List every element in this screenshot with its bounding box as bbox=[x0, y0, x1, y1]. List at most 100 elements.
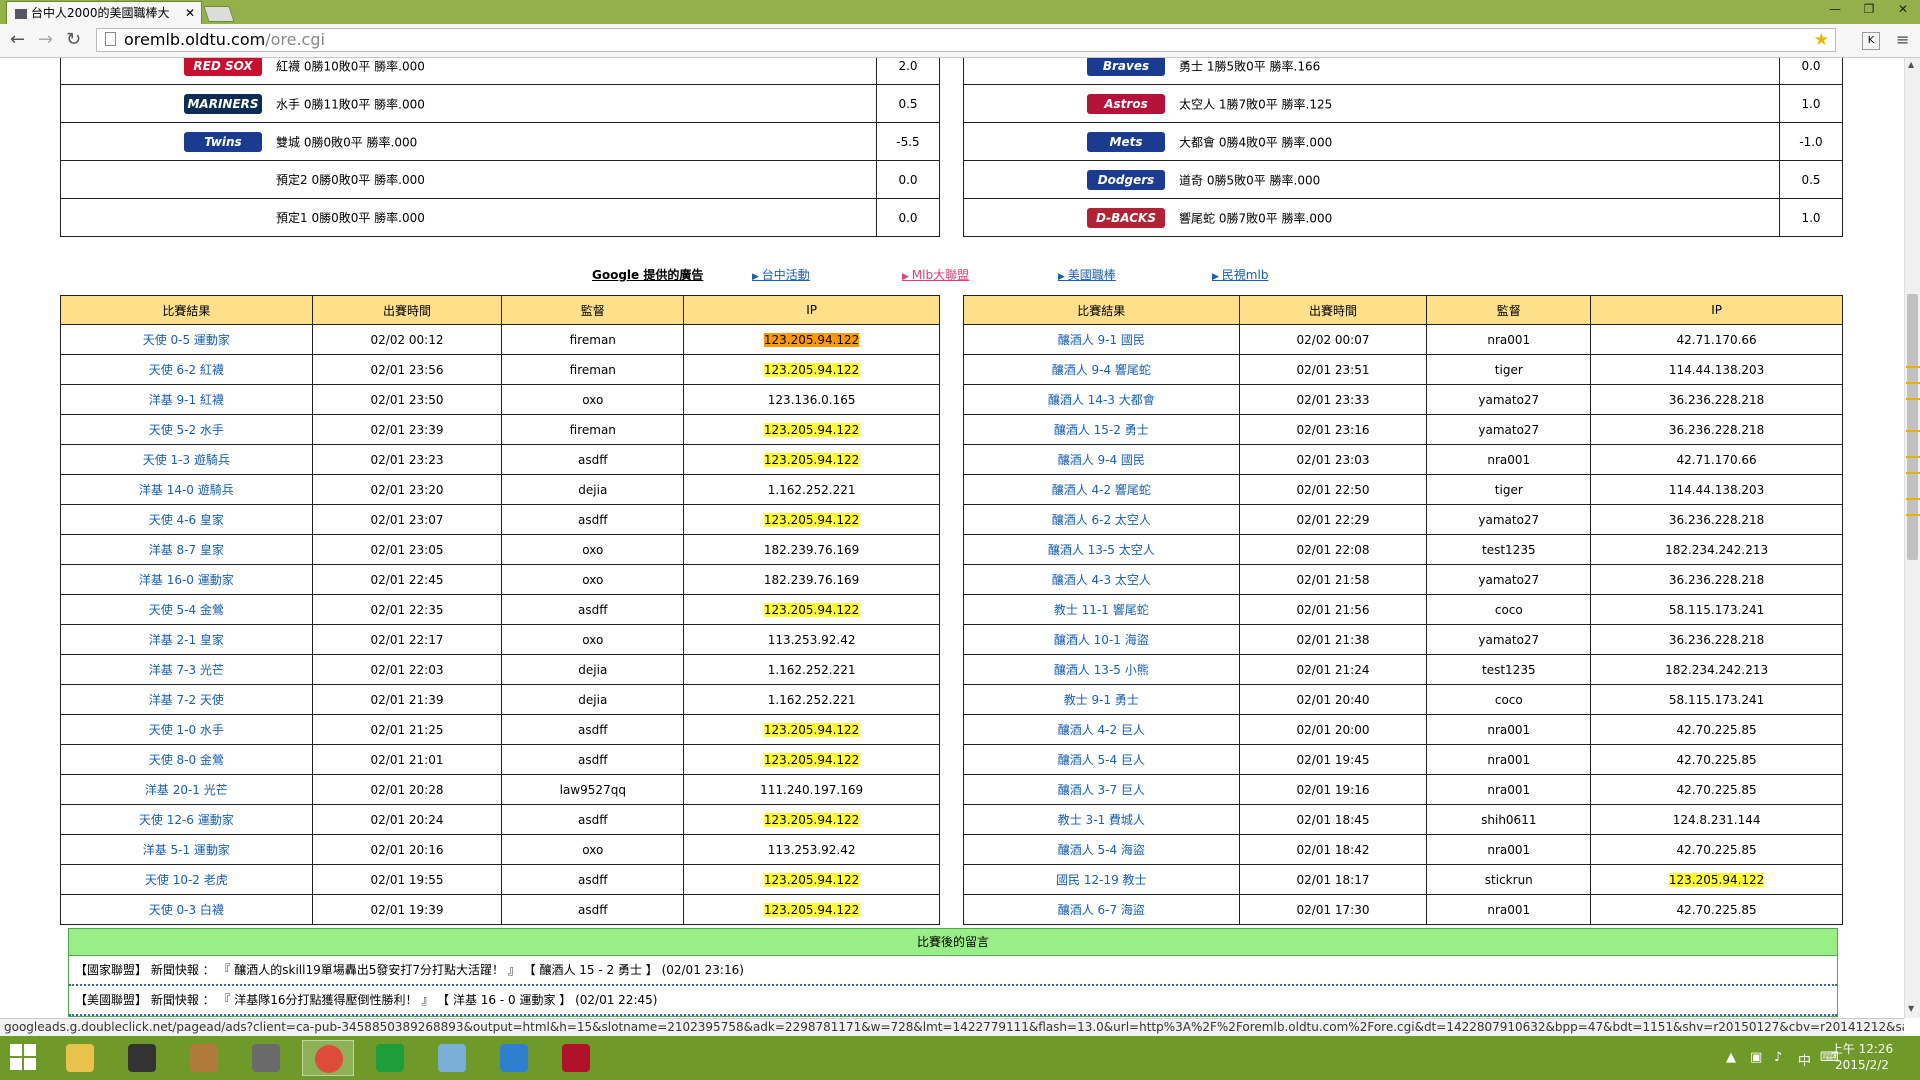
game-result-link[interactable]: 洋基 16-0 運動家 bbox=[60, 564, 313, 595]
game-result-link[interactable]: 教士 11-1 響尾蛇 bbox=[963, 594, 1240, 625]
network-icon[interactable]: ▣ bbox=[1750, 1050, 1762, 1065]
standings-row: Braves 勇士 1勝5敗0平 勝率.166 0.0 bbox=[963, 58, 1843, 85]
scroll-mark bbox=[1906, 398, 1920, 400]
game-result-link[interactable]: 釀酒人 5-4 巨人 bbox=[963, 744, 1240, 775]
game-result-link[interactable]: 天使 0-3 白襪 bbox=[60, 894, 313, 925]
game-result-link[interactable]: 釀酒人 6-7 海盜 bbox=[963, 894, 1240, 925]
start-button[interactable] bbox=[10, 1044, 38, 1072]
reload-icon[interactable]: ↻ bbox=[66, 30, 81, 50]
ip-address: 182.234.242.213 bbox=[1665, 662, 1769, 677]
game-result-link[interactable]: 洋基 20-1 光芒 bbox=[60, 774, 313, 805]
taskbar-button[interactable] bbox=[302, 1040, 354, 1076]
extension-icon[interactable]: K bbox=[1862, 32, 1880, 50]
ip-cell: 123.136.0.165 bbox=[683, 384, 940, 415]
taskbar-button[interactable] bbox=[54, 1040, 106, 1076]
game-result-link[interactable]: 釀酒人 15-2 勇士 bbox=[963, 414, 1240, 445]
team-cell: MARINERS 水手 0勝11敗0平 勝率.000 bbox=[60, 84, 877, 123]
game-result-link[interactable]: 釀酒人 13-5 太空人 bbox=[963, 534, 1240, 565]
game-result-link[interactable]: 釀酒人 9-4 響尾蛇 bbox=[963, 354, 1240, 385]
game-result-link[interactable]: 天使 10-2 老虎 bbox=[60, 864, 313, 895]
game-result-link[interactable]: 洋基 8-7 皇家 bbox=[60, 534, 313, 565]
vertical-scrollbar[interactable]: ▲ ▼ bbox=[1904, 58, 1920, 1018]
game-result-link[interactable]: 釀酒人 6-2 太空人 bbox=[963, 504, 1240, 535]
address-bar[interactable]: oremlb.oldtu.com/ore.cgi ★ bbox=[96, 28, 1836, 52]
ad-link-0[interactable]: ▶ 台中活動 bbox=[752, 266, 810, 283]
taskbar-button[interactable] bbox=[178, 1040, 230, 1076]
show-hidden-icon[interactable]: ▲ bbox=[1726, 1050, 1736, 1065]
taskbar-button[interactable] bbox=[240, 1040, 292, 1076]
game-result-link[interactable]: 洋基 2-1 皇家 bbox=[60, 624, 313, 655]
game-result-link[interactable]: 天使 1-3 遊騎兵 bbox=[60, 444, 313, 475]
game-result-link[interactable]: 天使 5-4 金鶯 bbox=[60, 594, 313, 625]
results-table-left: 比賽結果 出賽時間 監督 IP 天使 0-5 運動家 02/02 00:12 fir… bbox=[60, 295, 940, 925]
game-result-link[interactable]: 釀酒人 4-2 響尾蛇 bbox=[963, 474, 1240, 505]
game-result-link[interactable]: 釀酒人 5-4 海盜 bbox=[963, 834, 1240, 865]
ip-address: 114.44.138.203 bbox=[1668, 482, 1765, 497]
manager-name: yamato27 bbox=[1426, 414, 1592, 445]
game-result-link[interactable]: 釀酒人 13-5 小熊 bbox=[963, 654, 1240, 685]
taskbar-button[interactable] bbox=[488, 1040, 540, 1076]
clock[interactable]: 上午 12:26 2015/2/2 bbox=[1822, 1041, 1902, 1073]
game-result-link[interactable]: 天使 6-2 紅襪 bbox=[60, 354, 313, 385]
back-icon[interactable]: ← bbox=[10, 30, 25, 50]
game-result-link[interactable]: 洋基 5-1 運動家 bbox=[60, 834, 313, 865]
manager-name: shih0611 bbox=[1426, 804, 1592, 835]
ip-address: 36.236.228.218 bbox=[1668, 422, 1765, 437]
restore-icon[interactable]: ❐ bbox=[1852, 0, 1886, 20]
volume-icon[interactable]: ♪ bbox=[1774, 1050, 1782, 1065]
game-result-link[interactable]: 釀酒人 9-1 國民 bbox=[963, 324, 1240, 355]
game-result-link[interactable]: 天使 0-5 運動家 bbox=[60, 324, 313, 355]
table-row: 天使 4-6 皇家 02/01 23:07 asdff 123.205.94.122 bbox=[60, 504, 940, 535]
google-ads-label[interactable]: Google 提供的廣告 bbox=[592, 266, 703, 283]
taskbar-button[interactable] bbox=[426, 1040, 478, 1076]
game-result-link[interactable]: 釀酒人 3-7 巨人 bbox=[963, 774, 1240, 805]
logo-slot: Braves bbox=[965, 58, 1179, 76]
bookmark-star-icon[interactable]: ★ bbox=[1814, 30, 1829, 50]
close-tab-icon[interactable]: ✕ bbox=[185, 2, 195, 24]
taskbar-button[interactable] bbox=[550, 1040, 602, 1076]
game-result-link[interactable]: 洋基 9-1 紅襪 bbox=[60, 384, 313, 415]
game-result-link[interactable]: 天使 1-0 水手 bbox=[60, 714, 313, 745]
new-tab-button[interactable] bbox=[203, 6, 235, 22]
team-cell: RED SOX 紅襪 0勝10敗0平 勝率.000 bbox=[60, 58, 877, 85]
game-result-link[interactable]: 釀酒人 4-3 太空人 bbox=[963, 564, 1240, 595]
ad-link-3[interactable]: ▶ 民視mlb bbox=[1212, 266, 1268, 283]
clock-date: 2015/2/2 bbox=[1835, 1058, 1889, 1072]
game-time: 02/01 23:16 bbox=[1238, 414, 1428, 445]
game-result-link[interactable]: 天使 5-2 水手 bbox=[60, 414, 313, 445]
taskbar-button[interactable] bbox=[364, 1040, 416, 1076]
scroll-up-icon[interactable]: ▲ bbox=[1908, 60, 1914, 69]
game-result-link[interactable]: 天使 8-0 金鶯 bbox=[60, 744, 313, 775]
browser-tab[interactable]: 台中人2000的美國職棒大 ✕ bbox=[6, 1, 202, 24]
game-result-link[interactable]: 洋基 7-2 天使 bbox=[60, 684, 313, 715]
game-result-link[interactable]: 洋基 7-3 光芒 bbox=[60, 654, 313, 685]
game-result-link[interactable]: 教士 9-1 勇士 bbox=[963, 684, 1240, 715]
ip-cell: 36.236.228.218 bbox=[1590, 564, 1843, 595]
table-row: 天使 6-2 紅襪 02/01 23:56 fireman 123.205.94.12… bbox=[60, 354, 940, 385]
game-result-link[interactable]: 釀酒人 14-3 大都會 bbox=[963, 384, 1240, 415]
menu-icon[interactable]: ≡ bbox=[1896, 30, 1909, 49]
ip-cell: 182.234.242.213 bbox=[1590, 654, 1843, 685]
game-result-link[interactable]: 國民 12-19 教士 bbox=[963, 864, 1240, 895]
minimize-icon[interactable]: — bbox=[1818, 0, 1852, 20]
scroll-down-icon[interactable]: ▼ bbox=[1908, 1004, 1914, 1013]
taskbar-button[interactable] bbox=[116, 1040, 168, 1076]
ip-cell: 1.162.252.221 bbox=[683, 654, 940, 685]
col-header-result: 比賽結果 bbox=[60, 295, 313, 325]
game-result-link[interactable]: 釀酒人 4-2 巨人 bbox=[963, 714, 1240, 745]
ime-indicator[interactable]: 中 bbox=[1798, 1050, 1811, 1069]
ad-link-1[interactable]: ▶ Mlb大聯盟 bbox=[902, 266, 969, 283]
game-result-link[interactable]: 教士 3-1 費城人 bbox=[963, 804, 1240, 835]
game-result-link[interactable]: 天使 4-6 皇家 bbox=[60, 504, 313, 535]
close-window-icon[interactable]: ✕ bbox=[1886, 0, 1920, 20]
team-cell: Dodgers 道奇 0勝5敗0平 勝率.000 bbox=[963, 160, 1780, 199]
scroll-thumb[interactable] bbox=[1907, 294, 1918, 560]
ad-link-2[interactable]: ▶ 美國職棒 bbox=[1058, 266, 1116, 283]
game-result-link[interactable]: 釀酒人 9-4 國民 bbox=[963, 444, 1240, 475]
forward-icon[interactable]: → bbox=[38, 30, 53, 50]
game-result-link[interactable]: 釀酒人 10-1 海盜 bbox=[963, 624, 1240, 655]
ip-cell: 42.71.170.66 bbox=[1590, 324, 1843, 355]
team-record: 勇士 1勝5敗0平 勝率.166 bbox=[1179, 59, 1321, 73]
game-result-link[interactable]: 洋基 14-0 遊騎兵 bbox=[60, 474, 313, 505]
game-result-link[interactable]: 天使 12-6 運動家 bbox=[60, 804, 313, 835]
